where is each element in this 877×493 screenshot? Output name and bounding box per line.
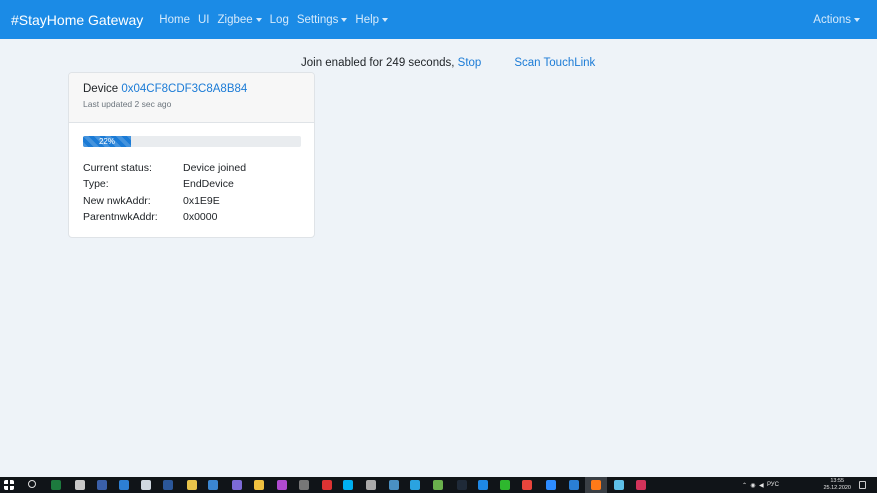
nav-help-dropdown[interactable]: Help — [355, 13, 389, 26]
taskbar-ps-icon[interactable] — [119, 480, 129, 490]
taskbar-skype-icon[interactable] — [343, 480, 353, 490]
info-value: Device joined — [183, 162, 247, 175]
caret-down-icon — [854, 18, 860, 22]
device-info-table: Current status: Device joined Type: EndDev… — [83, 160, 300, 225]
device-title: Device 0x04CF8CDF3C8A8B84 — [83, 83, 300, 95]
clock-date: 25.12.2020 — [823, 485, 851, 491]
tray-icons: ⌃ ◉ ◀ РУС — [742, 477, 779, 493]
taskbar-edge-icon[interactable] — [478, 480, 488, 490]
brand-link[interactable]: #StayHome Gateway — [11, 12, 143, 28]
scan-touchlink-link[interactable]: Scan TouchLink — [514, 57, 595, 69]
chevron-up-icon[interactable]: ⌃ — [742, 482, 747, 489]
stop-join-link[interactable]: Stop — [458, 57, 482, 69]
windows-taskbar: ⌃ ◉ ◀ РУС 13:55 25.12.2020 — [0, 477, 877, 493]
taskbar-vscode-icon[interactable] — [569, 480, 579, 490]
join-status-bar: Join enabled for 249 seconds, Stop Scan … — [301, 57, 595, 69]
taskbar-browser-icon[interactable] — [208, 480, 218, 490]
taskbar-telegram-icon[interactable] — [410, 480, 420, 490]
join-progress-bar: 22% — [83, 136, 131, 147]
volume-icon[interactable]: ◀ — [759, 482, 764, 489]
taskbar-chrome-icon[interactable] — [522, 480, 532, 490]
info-label: Current status: — [83, 162, 152, 175]
taskbar-folder-icon[interactable] — [187, 480, 197, 490]
clock-time: 13:55 — [830, 478, 845, 484]
info-row-nwkaddr: New nwkAddr: 0x1E9E — [83, 193, 300, 209]
device-title-prefix: Device — [83, 83, 119, 95]
taskbar-notes-icon[interactable] — [254, 480, 264, 490]
actions-label: Actions — [813, 13, 851, 26]
join-status-text: Join enabled for 249 seconds, — [301, 57, 455, 69]
network-icon[interactable]: ◉ — [750, 482, 755, 489]
caret-down-icon — [341, 18, 348, 22]
info-label: New nwkAddr: — [83, 194, 151, 207]
taskbar-doc-icon[interactable] — [141, 480, 151, 490]
taskbar-app-icon[interactable] — [636, 480, 646, 490]
nav-home[interactable]: Home — [159, 14, 190, 26]
nav-help-label: Help — [355, 13, 380, 26]
device-card-header: Device 0x04CF8CDF3C8A8B84 Last updated 2… — [69, 73, 314, 123]
nav-settings-label: Settings — [296, 13, 339, 26]
taskbar-tool-icon[interactable] — [232, 480, 242, 490]
nav-zigbee-dropdown[interactable]: Zigbee — [217, 13, 262, 26]
taskbar-terminal-icon[interactable] — [457, 480, 467, 490]
taskbar-media-icon[interactable] — [277, 480, 287, 490]
nav-log-label: Log — [269, 13, 289, 26]
windows-start-icon[interactable] — [4, 480, 14, 490]
taskbar-save-icon[interactable] — [322, 480, 332, 490]
info-value: 0x0000 — [183, 211, 218, 224]
taskbar-word-icon[interactable] — [163, 480, 173, 490]
caret-down-icon — [382, 18, 389, 22]
taskbar-zoom-icon[interactable] — [546, 480, 556, 490]
info-label: Type: — [83, 178, 109, 191]
device-card-body: 22% Current status: Device joined Type: En… — [69, 123, 314, 225]
taskbar-app-icon[interactable] — [299, 480, 309, 490]
language-indicator[interactable]: РУС — [767, 482, 779, 488]
taskbar-app-icon[interactable] — [366, 480, 376, 490]
taskbar-app-icon[interactable] — [75, 480, 85, 490]
nav-ui[interactable]: UI — [198, 14, 210, 26]
nav-zigbee-label: Zigbee — [217, 13, 253, 26]
top-navbar: #StayHome Gateway Home UI Zigbee Log Set… — [0, 0, 877, 39]
caret-down-icon — [255, 18, 262, 22]
taskbar-app-icon[interactable] — [500, 480, 510, 490]
info-value: 0x1E9E — [183, 194, 220, 207]
taskbar-lr-icon[interactable] — [97, 480, 107, 490]
info-row-type: Type: EndDevice — [83, 176, 300, 192]
taskbar-notepad-icon[interactable] — [433, 480, 443, 490]
actions-dropdown[interactable]: Actions — [813, 0, 860, 39]
nav-settings-dropdown[interactable]: Settings — [297, 14, 348, 26]
taskbar-app-icon[interactable] — [614, 480, 624, 490]
taskbar-firefox-icon[interactable] — [591, 480, 601, 490]
info-row-parent-nwkaddr: ParentnwkAddr: 0x0000 — [83, 209, 300, 225]
taskbar-app-icon[interactable] — [389, 480, 399, 490]
join-progress: 22% — [83, 136, 301, 147]
nav-home-label: Home — [159, 13, 190, 26]
taskbar-clock[interactable]: 13:55 25.12.2020 — [823, 478, 851, 492]
device-id-link[interactable]: 0x04CF8CDF3C8A8B84 — [121, 83, 247, 95]
taskbar-excel-icon[interactable] — [51, 480, 61, 490]
info-label: ParentnwkAddr: — [83, 211, 158, 224]
nav-log[interactable]: Log — [270, 14, 289, 26]
device-card: Device 0x04CF8CDF3C8A8B84 Last updated 2… — [68, 72, 315, 238]
notification-icon[interactable] — [859, 481, 866, 489]
info-value: EndDevice — [183, 178, 234, 191]
nav-ui-label: UI — [197, 13, 210, 26]
taskbar-search-icon[interactable] — [28, 480, 36, 488]
info-row-status: Current status: Device joined — [83, 160, 300, 176]
last-updated-text: Last updated 2 sec ago — [83, 99, 172, 109]
